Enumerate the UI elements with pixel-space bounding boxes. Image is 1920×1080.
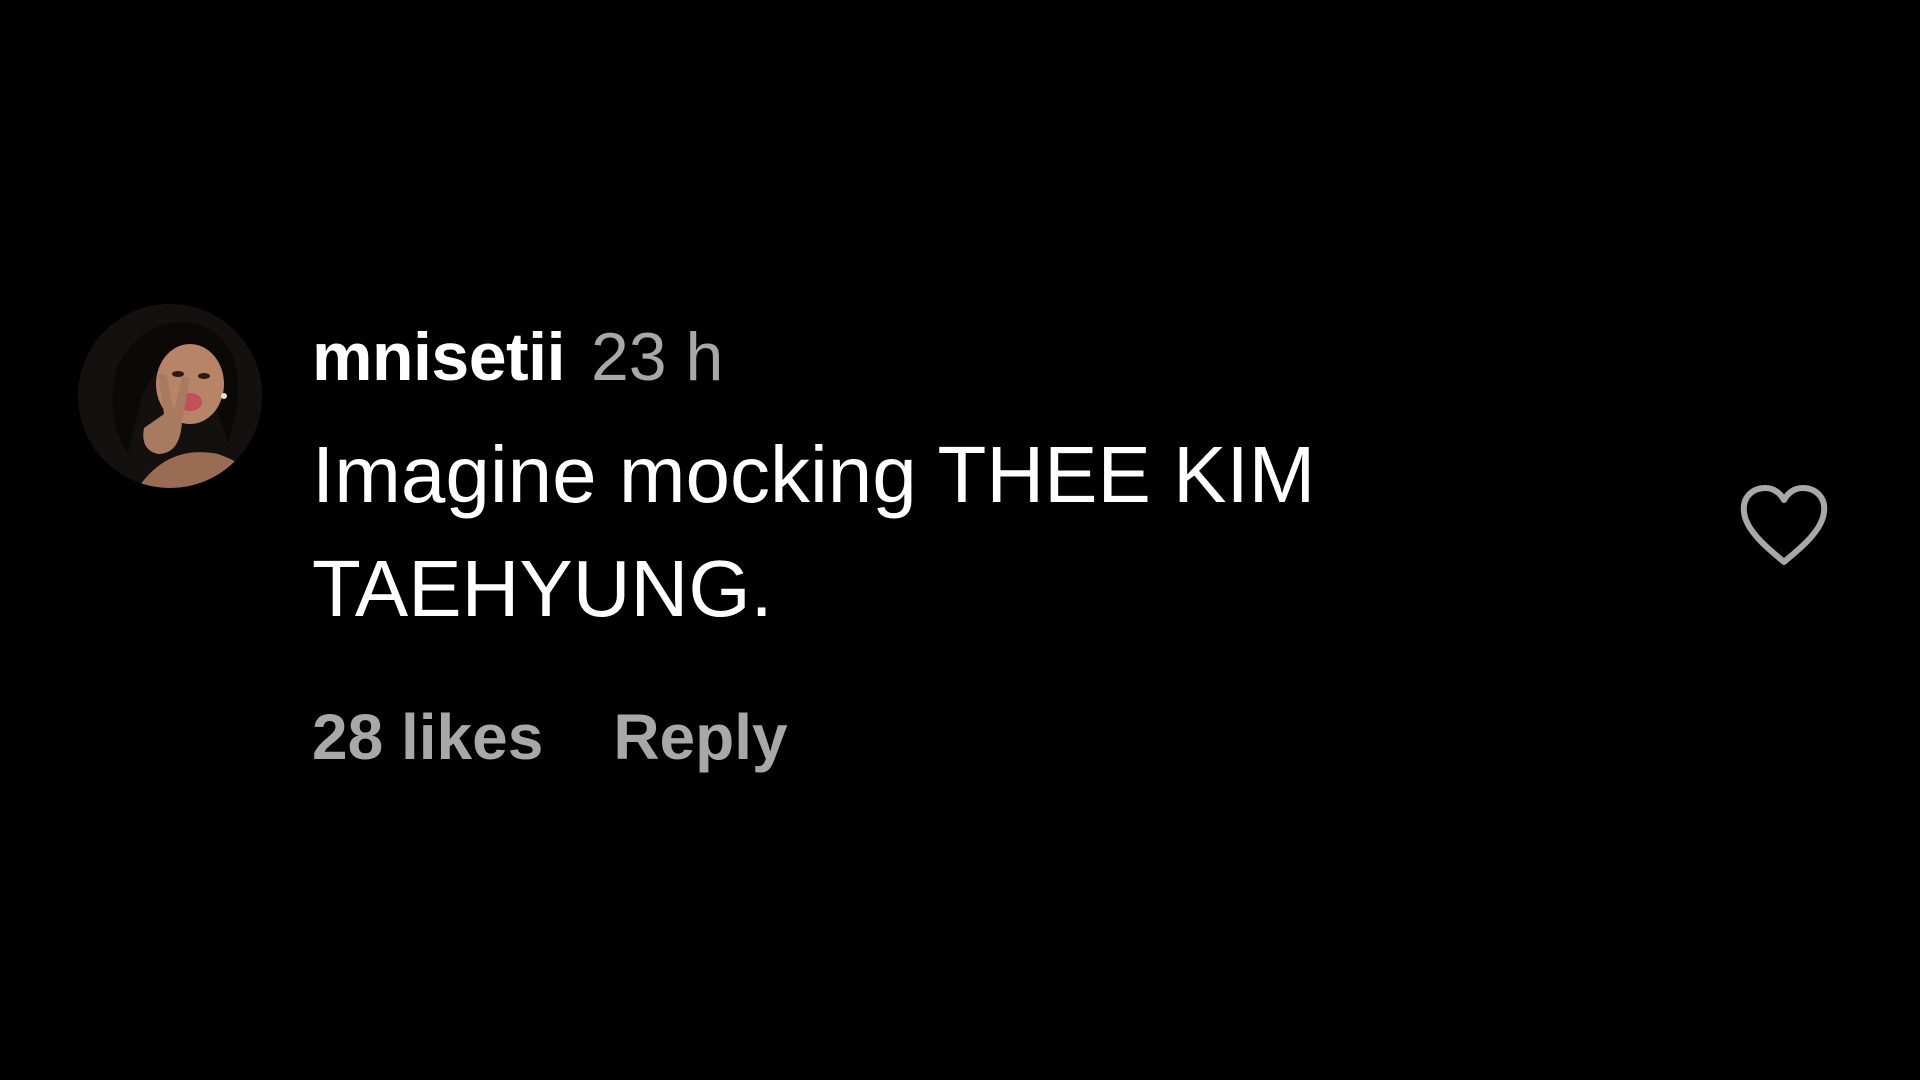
reply-button[interactable]: Reply [613,700,787,774]
like-button[interactable] [1738,484,1830,568]
timestamp: 23 h [590,319,724,395]
username[interactable]: mnisetii [312,318,565,396]
likes-count[interactable]: 28 likes [312,700,543,774]
comment-text: Imagine mocking THEE KIM TAEHYUNG. [312,430,1316,633]
heart-outline-icon [1740,485,1828,565]
profile-photo-icon [78,304,262,488]
comment-header: mnisetii 23 h [312,318,723,398]
comment-footer: 28 likes Reply [312,700,788,774]
avatar[interactable] [78,304,262,488]
comment-item: mnisetii 23 h Imagine mocking THEE KIM T… [0,0,1920,1080]
